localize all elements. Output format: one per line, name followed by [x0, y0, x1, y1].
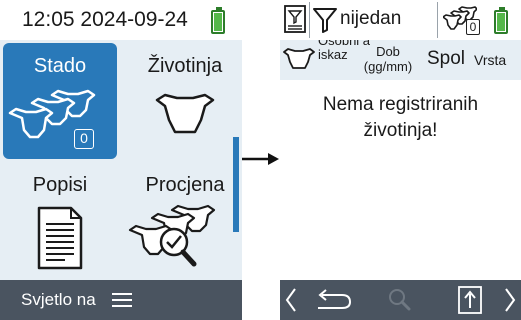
cow-head-icon [283, 48, 315, 69]
empty-message: Nema registriranih životinja! [280, 92, 521, 144]
time: 12:05 [22, 8, 75, 31]
tile-popisi[interactable]: Popisi [3, 162, 117, 278]
cow-head-icon [155, 93, 215, 134]
status-bar: 12:05 2024-09-24 [0, 0, 242, 40]
column-type[interactable]: Vrsta [474, 52, 506, 68]
herd-list-screen: nijedan 0 Osobni a iskaz Dob (gg/mm) Spo… [280, 0, 521, 320]
herd-search-icon [128, 204, 216, 267]
chevron-right-icon[interactable] [504, 287, 516, 313]
separator [437, 2, 438, 38]
scroll-indicator [233, 137, 239, 232]
clock: 12:05 2024-09-24 [22, 8, 188, 32]
tile-procjena-label: Procjena [145, 174, 225, 196]
home-screen: 12:05 2024-09-24 Stado 0 Životinja Popis… [0, 0, 242, 320]
bottom-bar: Svjetlo na [0, 280, 242, 320]
chevron-left-icon[interactable] [285, 287, 297, 313]
tile-stado-label: Stado [33, 55, 87, 77]
tile-zivotinja-label: Životinja [147, 55, 223, 77]
separator [309, 2, 310, 38]
tile-popisi-label: Popisi [32, 174, 88, 196]
filter-document-icon[interactable] [284, 5, 306, 33]
light-toggle[interactable]: Svjetlo na [21, 290, 96, 310]
funnel-icon[interactable] [313, 7, 337, 33]
column-age[interactable]: Dob (gg/mm) [360, 44, 416, 74]
upload-icon[interactable] [458, 286, 482, 314]
empty-message-line2: životinja! [363, 120, 438, 141]
column-header: Osobni a iskaz Dob (gg/mm) Spol Vrsta [280, 40, 521, 80]
arrow-right-icon [242, 153, 279, 165]
back-icon[interactable] [312, 289, 352, 311]
document-icon [37, 206, 83, 270]
battery-icon [494, 7, 508, 34]
herd-count-badge: 0 [74, 129, 94, 149]
navigation-bar [280, 280, 521, 320]
battery-icon [211, 7, 225, 34]
search-icon [389, 289, 411, 311]
tile-zivotinja[interactable]: Životinja [128, 43, 242, 159]
menu-icon[interactable] [112, 292, 132, 308]
list-header: nijedan 0 [280, 0, 521, 40]
herd-count-badge: 0 [466, 19, 480, 35]
empty-message-line1: Nema registriranih [322, 94, 479, 115]
column-sex[interactable]: Spol [427, 48, 465, 70]
tile-stado[interactable]: Stado 0 [3, 43, 117, 159]
date: 2024-09-24 [80, 8, 188, 31]
tile-procjena[interactable]: Procjena [128, 162, 242, 278]
filter-value[interactable]: nijedan [340, 8, 401, 30]
menu-grid: Stado 0 Životinja Popisi Procjena [0, 40, 242, 280]
